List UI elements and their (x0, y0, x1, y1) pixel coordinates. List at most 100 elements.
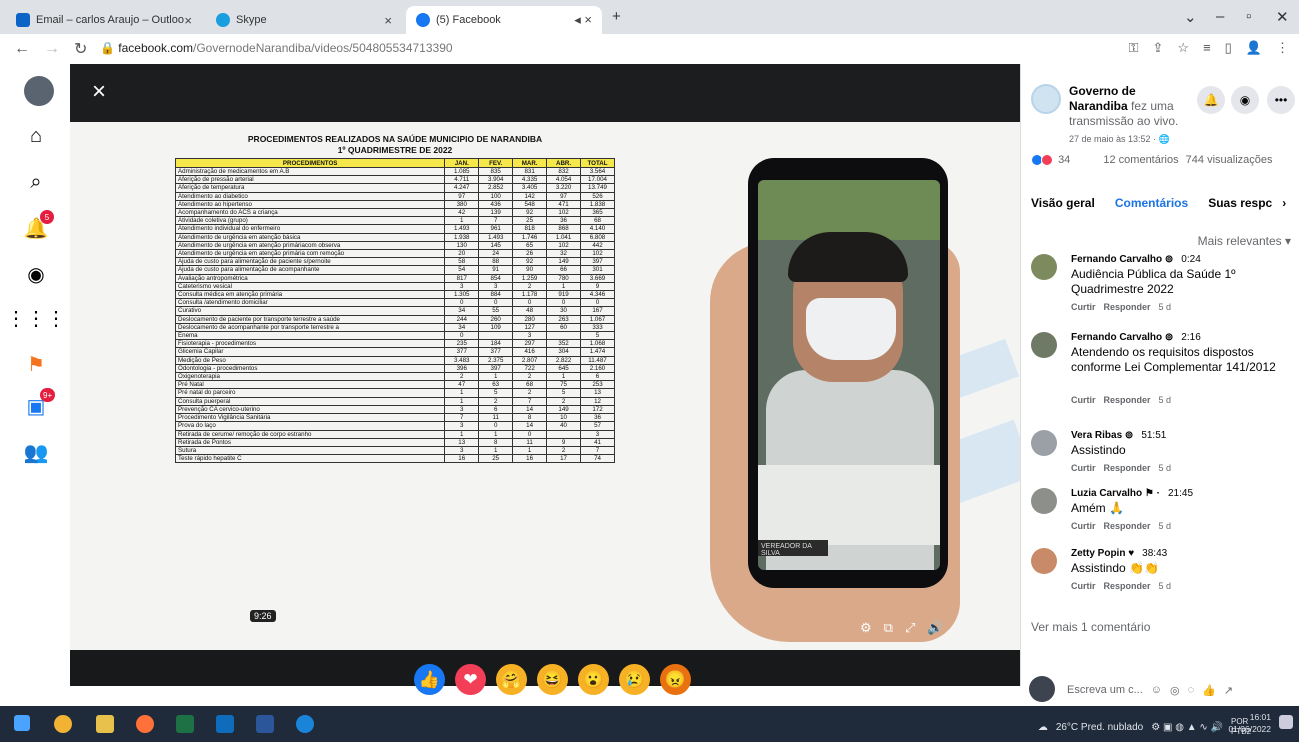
emoji-icon[interactable]: ☺ (1151, 684, 1162, 696)
sort-dropdown[interactable]: Mais relevantes ▾ (1198, 234, 1291, 248)
messenger-icon[interactable]: ◉ (24, 262, 48, 286)
reload-icon[interactable]: ↻ (74, 39, 87, 59)
chrome-icon[interactable] (54, 715, 72, 733)
comment-age[interactable]: 5 d (1159, 463, 1172, 473)
volume-icon[interactable]: 🔊 (927, 620, 943, 636)
like-comment-link[interactable]: Curtir (1071, 521, 1096, 531)
comments-count[interactable]: 12 comentários (1103, 154, 1178, 166)
word-icon[interactable] (256, 715, 274, 733)
tray-icons[interactable]: ⚙ ▣ ◍ ▲ ∿ 🔊 (1151, 722, 1223, 733)
close-icon[interactable]: × (184, 13, 192, 28)
tab-search-icon[interactable]: ⌄ (1184, 8, 1197, 26)
minimize-button[interactable]: – (1216, 8, 1224, 25)
avatar[interactable] (1031, 488, 1057, 514)
avatar[interactable] (1031, 332, 1057, 358)
like-comment-link[interactable]: Curtir (1071, 302, 1096, 312)
page-avatar[interactable] (1031, 84, 1061, 114)
close-icon[interactable]: × (384, 13, 392, 28)
notifications-icon[interactable]: 🔔 5 (24, 210, 54, 240)
close-window-button[interactable]: ✕ (1276, 8, 1289, 26)
comment-author[interactable]: Fernando Carvalho ⊚ 2:16 (1071, 332, 1201, 343)
key-icon[interactable]: ⚿ (1129, 40, 1139, 56)
reactions-count[interactable]: 34 (1058, 154, 1070, 166)
firefox-icon[interactable] (136, 715, 154, 733)
excel-icon[interactable] (176, 715, 194, 733)
page-name[interactable]: Governo de Narandiba (1069, 84, 1136, 113)
avatar[interactable] (1031, 254, 1057, 280)
avatar[interactable] (1031, 548, 1057, 574)
fullscreen-icon[interactable]: ⤢ (905, 620, 915, 636)
star-icon[interactable]: ☆ (1177, 40, 1189, 56)
like-comment-link[interactable]: Curtir (1071, 395, 1096, 405)
profile-avatar[interactable] (24, 76, 54, 106)
menu-icon[interactable]: ⋮ (1276, 40, 1289, 56)
comment-age[interactable]: 5 d (1159, 302, 1172, 312)
tab-skype[interactable]: Skype × (206, 6, 402, 34)
comment-author[interactable]: Luzia Carvalho ⚑ · 21:45 (1071, 488, 1193, 499)
avatar[interactable] (1031, 430, 1057, 456)
comment-timestamp[interactable]: 21:45 (1168, 488, 1193, 499)
audio-close-icon[interactable]: ◂ × (574, 12, 592, 28)
comment-timestamp[interactable]: 0:24 (1181, 254, 1200, 265)
comment-timestamp[interactable]: 38:43 (1142, 548, 1167, 559)
reply-comment-link[interactable]: Responder (1104, 581, 1151, 591)
url-field[interactable]: 🔒 facebook.com/GovernodeNarandiba/videos… (100, 41, 453, 55)
comment-timestamp[interactable]: 51:51 (1141, 430, 1166, 441)
comment-author[interactable]: Fernando Carvalho ⊚ 0:24 (1071, 254, 1201, 265)
camera-icon[interactable]: ◎ (1170, 684, 1180, 697)
weather-icon[interactable]: ☁ (1038, 722, 1048, 733)
angry-reaction-icon[interactable]: 😠 (660, 664, 691, 695)
like-comment-link[interactable]: Curtir (1071, 581, 1096, 591)
comment-author[interactable]: Vera Ribas ⊚ 51:51 (1071, 430, 1166, 441)
video-player[interactable]: PROCEDIMENTOS REALIZADOS NA SAÚDE MUNICI… (70, 122, 1020, 650)
share-icon[interactable]: ↗ (1224, 684, 1233, 697)
groups-icon[interactable]: 👥 (24, 440, 49, 464)
back-icon[interactable]: ← (14, 40, 30, 58)
forward-icon[interactable]: → (44, 40, 60, 58)
wow-reaction-icon[interactable]: 😮 (578, 664, 609, 695)
reaction-summary-icons[interactable] (1031, 154, 1053, 167)
clock[interactable]: 16:01 01/06/2022 (1228, 711, 1271, 735)
haha-reaction-icon[interactable]: 😆 (537, 664, 568, 695)
reply-comment-link[interactable]: Responder (1104, 395, 1151, 405)
care-reaction-icon[interactable]: 🤗 (496, 664, 527, 695)
comment-age[interactable]: 5 d (1159, 521, 1172, 531)
gif-icon[interactable]: ◌ (1188, 684, 1195, 696)
messenger-icon[interactable]: ◉ (1231, 86, 1259, 114)
more-options-icon[interactable]: ••• (1267, 86, 1295, 114)
file-explorer-icon[interactable] (96, 715, 114, 733)
sad-reaction-icon[interactable]: 😢 (619, 664, 650, 695)
reading-list-icon[interactable]: ≡ (1203, 40, 1211, 56)
like-reaction-icon[interactable]: 👍 (414, 664, 445, 695)
maximize-button[interactable]: ▫ (1246, 8, 1251, 25)
settings-icon[interactable]: ⚙ (860, 620, 872, 636)
comment-age[interactable]: 5 d (1159, 395, 1172, 405)
view-more-comments-link[interactable]: Ver mais 1 comentário (1031, 620, 1150, 634)
search-icon[interactable]: ⌕ (24, 170, 48, 194)
weather-text[interactable]: 26°C Pred. nublado (1056, 722, 1143, 733)
new-tab-button[interactable]: + (612, 8, 621, 25)
share-icon[interactable]: ⇪ (1153, 40, 1164, 56)
reply-comment-link[interactable]: Responder (1104, 521, 1151, 531)
tab-your-replies[interactable]: Suas respc (1198, 196, 1282, 210)
comment-input[interactable]: Escreva um c... ☺ ◎ ◌ 👍 ↗ (1067, 678, 1297, 702)
tab-comments[interactable]: Comentários (1105, 196, 1198, 210)
like-icon[interactable]: 👍 (1202, 684, 1216, 697)
comment-timestamp[interactable]: 2:16 (1181, 332, 1200, 343)
chevron-right-icon[interactable]: › (1282, 196, 1286, 210)
tab-outlook[interactable]: Email – carlos Araujo – Outlook × (6, 6, 202, 34)
outlook-icon[interactable] (216, 715, 234, 733)
comment-age[interactable]: 5 d (1159, 581, 1172, 591)
sidebar-icon[interactable]: ▯ (1225, 40, 1232, 56)
home-icon[interactable]: ⌂ (24, 124, 48, 148)
windows-start-icon[interactable] (14, 715, 30, 731)
tab-facebook[interactable]: (5) Facebook ◂ × (406, 6, 602, 34)
pages-flag-icon[interactable]: ⚑ (24, 352, 48, 376)
like-comment-link[interactable]: Curtir (1071, 463, 1096, 473)
tab-overview[interactable]: Visão geral (1021, 196, 1105, 210)
post-time[interactable]: 27 de maio às 13:52 · 🌐 (1069, 134, 1170, 145)
watch-icon[interactable]: ▣ 9+ (24, 388, 56, 418)
reply-comment-link[interactable]: Responder (1104, 463, 1151, 473)
edge-icon[interactable] (296, 715, 314, 733)
notification-center-icon[interactable] (1279, 715, 1293, 729)
